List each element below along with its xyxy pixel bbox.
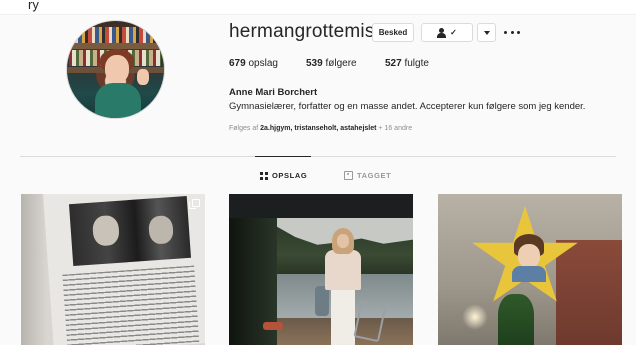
avatar-hand bbox=[137, 69, 149, 85]
post-light bbox=[462, 304, 488, 330]
tab-posts-label: OPSLAG bbox=[272, 171, 308, 180]
header-fragment: ry bbox=[28, 0, 39, 12]
message-button-label: Besked bbox=[378, 28, 408, 37]
post-thumbnail[interactable] bbox=[438, 194, 622, 345]
post-person-torso bbox=[325, 250, 361, 290]
grid-icon bbox=[260, 171, 268, 180]
post-bag bbox=[315, 286, 329, 316]
avatar-body bbox=[95, 83, 141, 118]
post-person-legs bbox=[331, 288, 355, 345]
bio-text: Gymnasielærer, forfatter og en masse and… bbox=[229, 101, 586, 112]
full-name: Anne Mari Borchert bbox=[229, 87, 318, 98]
avatar-books bbox=[71, 27, 161, 43]
avatar-face bbox=[105, 55, 129, 83]
followed-by-names: 2a.hjgym, tristanseholt, astahejslet bbox=[260, 125, 377, 132]
stat-posts-label: opslag bbox=[248, 58, 278, 69]
chevron-down-icon bbox=[483, 30, 490, 35]
post-page-shadow bbox=[21, 194, 47, 345]
post-person-face bbox=[337, 234, 349, 248]
post-child-face bbox=[518, 244, 540, 268]
followed-by-suffix: + 16 andre bbox=[378, 125, 413, 132]
tab-tagged-label: TAGGET bbox=[357, 171, 392, 180]
post-thumbnail[interactable] bbox=[229, 194, 413, 345]
post-bw-photo bbox=[68, 195, 192, 267]
post-board bbox=[556, 240, 622, 345]
post-child-shirt bbox=[512, 266, 546, 282]
stat-followers-count: 539 bbox=[306, 58, 323, 69]
stat-following[interactable]: 527 fulgte bbox=[385, 58, 429, 69]
tabs-divider bbox=[20, 156, 616, 157]
post-thumbnail[interactable] bbox=[21, 194, 205, 345]
username: hermangrottemis bbox=[229, 21, 375, 42]
stat-posts-count: 679 bbox=[229, 58, 246, 69]
tab-posts[interactable]: OPSLAG bbox=[260, 171, 307, 180]
suggestions-dropdown-button[interactable] bbox=[477, 23, 496, 42]
followed-by-prefix: Følges af bbox=[229, 125, 259, 132]
check-icon: ✓ bbox=[450, 28, 457, 37]
post-text-lines bbox=[62, 265, 200, 345]
multiple-images-icon bbox=[189, 199, 200, 209]
top-bar: ry bbox=[0, 0, 636, 15]
post-plant bbox=[498, 294, 534, 345]
following-button[interactable]: ✓ bbox=[421, 23, 473, 42]
stat-following-label: fulgte bbox=[404, 58, 429, 69]
tag-icon bbox=[344, 171, 353, 180]
person-icon bbox=[437, 27, 449, 38]
followed-by[interactable]: Følges af 2a.hjgym, tristanseholt, astah… bbox=[229, 125, 412, 132]
stat-posts[interactable]: 679 opslag bbox=[229, 58, 278, 69]
message-button[interactable]: Besked bbox=[372, 23, 414, 42]
active-tab-indicator bbox=[255, 156, 311, 157]
post-boat bbox=[263, 322, 283, 330]
stat-followers[interactable]: 539 følgere bbox=[306, 58, 357, 69]
tab-tagged[interactable]: TAGGET bbox=[344, 171, 391, 180]
stat-followers-label: følgere bbox=[325, 58, 357, 69]
stat-following-count: 527 bbox=[385, 58, 402, 69]
profile-avatar[interactable] bbox=[66, 20, 165, 119]
more-options-icon[interactable] bbox=[504, 25, 520, 39]
